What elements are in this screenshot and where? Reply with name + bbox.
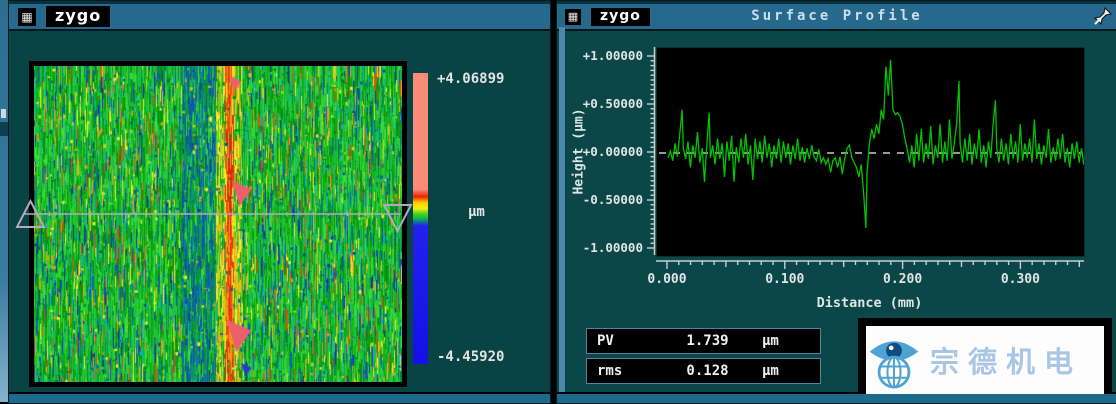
profile-trace xyxy=(668,60,1084,228)
rms-value: 0.128 xyxy=(659,363,756,379)
rms-readout: rms 0.128 µm xyxy=(586,358,821,384)
height-colorbar xyxy=(413,73,428,364)
window-menu-button[interactable]: ▦ xyxy=(18,8,36,26)
colorbar-max-label: +4.06899 xyxy=(437,71,504,87)
y-tick-label: +1.00000 xyxy=(571,48,643,63)
pv-readout: PV 1.739 µm xyxy=(586,328,821,354)
x-tick-label: 0.100 xyxy=(755,272,815,287)
profile-trace-svg xyxy=(657,48,1084,256)
surface-map-frame xyxy=(29,61,407,387)
profile-plot-area[interactable] xyxy=(656,47,1085,257)
x-axis-title: Distance (mm) xyxy=(656,295,1083,311)
colorbar-min-label: -4.45920 xyxy=(437,349,504,365)
pv-label: PV xyxy=(587,333,659,349)
x-tick-label: 0.000 xyxy=(637,272,697,287)
window-bottom-border xyxy=(9,392,550,403)
watermark: 宗德机电 xyxy=(858,318,1112,394)
surface-map-titlebar: ▦ zygo xyxy=(9,1,550,31)
watermark-text: 宗德机电 xyxy=(930,339,1082,381)
background-window-fragment xyxy=(1,109,6,118)
window-title: Surface Profile xyxy=(557,4,1116,29)
watermark-box: 宗德机电 xyxy=(866,326,1104,394)
y-axis-title: Height (µm) xyxy=(572,77,589,227)
background-window-notch xyxy=(0,122,8,136)
watermark-logo-icon xyxy=(866,329,922,391)
colorbar-unit-label: µm xyxy=(468,204,485,220)
surface-profile-titlebar: ▦ zygo Surface Profile xyxy=(557,1,1116,31)
zygo-logo: zygo xyxy=(46,6,110,27)
x-tick-label: 0.300 xyxy=(990,272,1050,287)
rms-unit: µm xyxy=(756,363,820,379)
surface-map-window: ▦ zygo +4.06899 µm -4.45920 xyxy=(8,0,551,404)
y-tick-label: -1.00000 xyxy=(571,240,643,255)
pin-icon[interactable] xyxy=(1093,7,1112,26)
surface-map-canvas[interactable] xyxy=(34,66,402,382)
window-left-bevel xyxy=(559,27,565,392)
background-window-edge xyxy=(0,0,8,402)
pv-value: 1.739 xyxy=(659,333,756,349)
rms-label: rms xyxy=(587,363,659,379)
x-tick-label: 0.200 xyxy=(873,272,933,287)
pv-unit: µm xyxy=(756,333,820,349)
desktop: { "colors": { "titlebar": "#27698c", "pa… xyxy=(0,0,1116,402)
